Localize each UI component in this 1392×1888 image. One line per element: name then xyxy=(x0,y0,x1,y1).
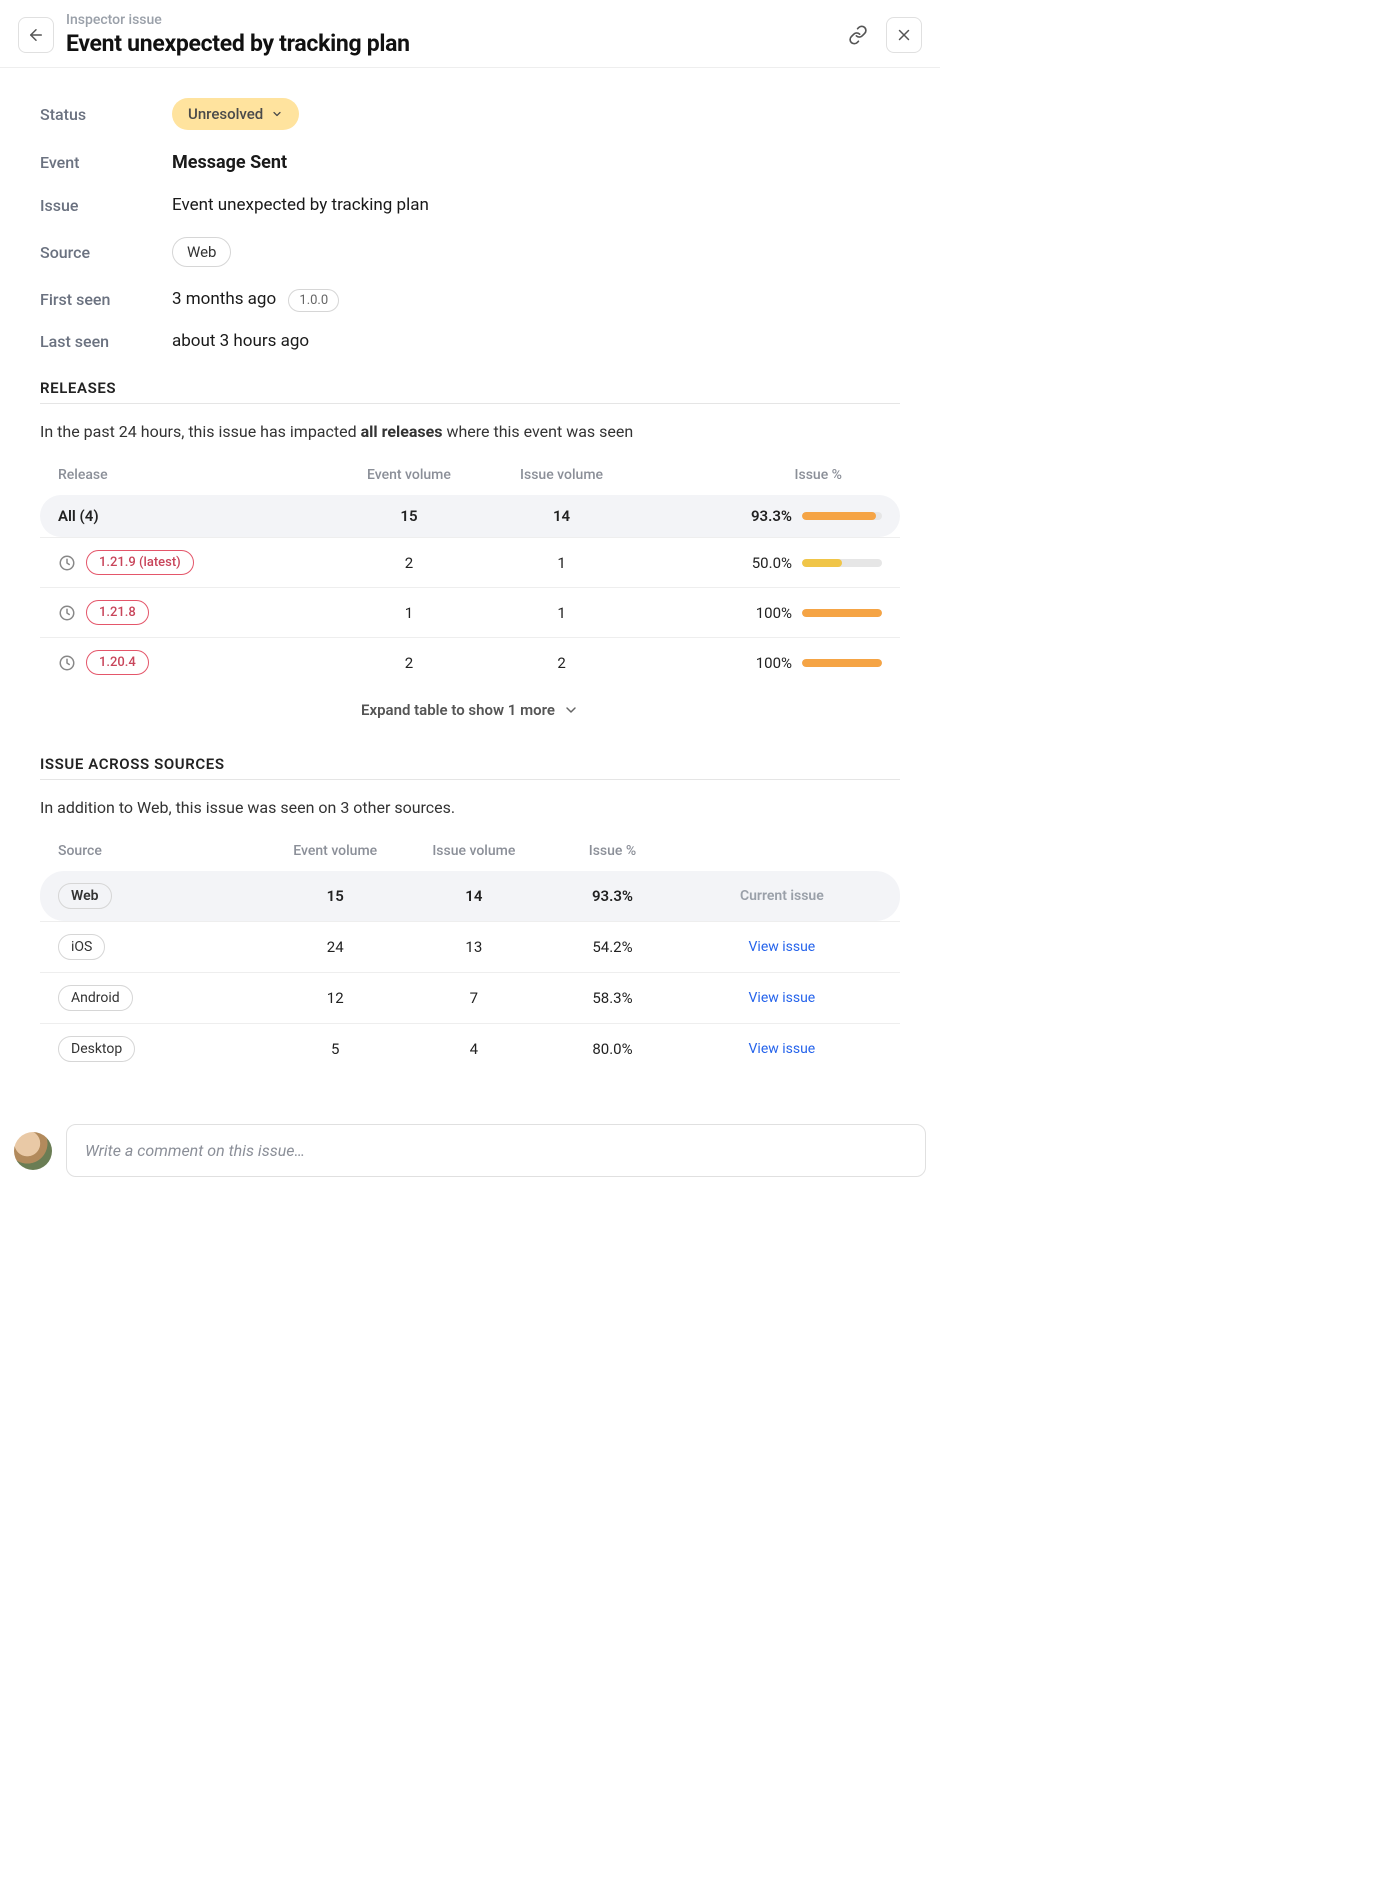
issue-pct-bar xyxy=(802,512,882,520)
status-value: Unresolved xyxy=(188,105,263,123)
topbar: Inspector issue Event unexpected by trac… xyxy=(0,0,940,68)
content: Status Unresolved Event Message Sent Iss… xyxy=(0,68,940,1084)
meta-label-lastseen: Last seen xyxy=(40,332,150,351)
releases-row[interactable]: 1.21.9 (latest)2150.0% xyxy=(40,537,900,587)
source-action[interactable]: View issue xyxy=(682,1041,882,1057)
link-icon xyxy=(848,25,868,45)
chevron-down-icon xyxy=(271,108,283,120)
meta-label-event: Event xyxy=(40,153,150,172)
divider xyxy=(40,403,900,404)
meta-label-source: Source xyxy=(40,243,150,262)
chevron-down-icon xyxy=(563,702,579,718)
releases-table: Release Event volume Issue volume Issue … xyxy=(40,455,900,687)
releases-row-all[interactable]: All (4) 15 14 93.3% xyxy=(40,495,900,537)
close-button[interactable] xyxy=(886,17,922,53)
copy-link-button[interactable] xyxy=(840,17,876,53)
release-version-pill: 1.21.9 (latest) xyxy=(86,550,194,575)
sources-title: ISSUE ACROSS SOURCES xyxy=(40,755,900,773)
meta-value-issue: Event unexpected by tracking plan xyxy=(172,195,429,215)
source-action: Current issue xyxy=(682,888,882,904)
status-dropdown[interactable]: Unresolved xyxy=(172,98,299,130)
meta-value-lastseen: about 3 hours ago xyxy=(172,331,309,351)
source-chip: Desktop xyxy=(58,1036,135,1062)
source-action[interactable]: View issue xyxy=(682,939,882,955)
meta-label-issue: Issue xyxy=(40,196,150,215)
meta-value-event: Message Sent xyxy=(172,152,287,173)
page-title: Event unexpected by tracking plan xyxy=(66,30,828,57)
release-version-pill: 1.20.4 xyxy=(86,650,149,675)
sources-row: Android12758.3%View issue xyxy=(40,972,900,1023)
source-chip: iOS xyxy=(58,934,105,960)
meta-label-status: Status xyxy=(40,105,150,124)
breadcrumb: Inspector issue xyxy=(66,12,828,28)
issue-pct-bar xyxy=(802,659,882,667)
comment-bar: Write a comment on this issue… xyxy=(0,1112,940,1197)
sources-row: Desktop5480.0%View issue xyxy=(40,1023,900,1074)
source-chip: Web xyxy=(172,237,231,267)
divider xyxy=(40,779,900,780)
avatar xyxy=(14,1132,52,1170)
sources-table-head: Source Event volume Issue volume Issue % xyxy=(40,831,900,871)
firstseen-version-chip: 1.0.0 xyxy=(288,289,339,312)
releases-row[interactable]: 1.20.422100% xyxy=(40,637,900,687)
comment-input[interactable]: Write a comment on this issue… xyxy=(66,1124,926,1177)
release-version-pill: 1.21.8 xyxy=(86,600,149,625)
releases-desc: In the past 24 hours, this issue has imp… xyxy=(40,422,900,441)
releases-row[interactable]: 1.21.811100% xyxy=(40,587,900,637)
clock-icon xyxy=(58,604,76,622)
close-icon xyxy=(895,26,913,44)
releases-title: RELEASES xyxy=(40,379,900,397)
issue-pct-bar xyxy=(802,559,882,567)
sources-table: Source Event volume Issue volume Issue %… xyxy=(40,831,900,1074)
issue-pct-bar xyxy=(802,609,882,617)
expand-releases-button[interactable]: Expand table to show 1 more xyxy=(40,687,900,727)
arrow-left-icon xyxy=(27,26,45,44)
source-action[interactable]: View issue xyxy=(682,990,882,1006)
sources-row: iOS241354.2%View issue xyxy=(40,921,900,972)
back-button[interactable] xyxy=(18,17,54,53)
sources-desc: In addition to Web, this issue was seen … xyxy=(40,798,900,817)
source-chip: Android xyxy=(58,985,133,1011)
releases-table-head: Release Event volume Issue volume Issue … xyxy=(40,455,900,495)
sources-row: Web151493.3%Current issue xyxy=(40,871,900,921)
meta-label-firstseen: First seen xyxy=(40,290,150,309)
source-chip: Web xyxy=(58,883,112,909)
meta-value-firstseen: 3 months ago 1.0.0 xyxy=(172,289,339,309)
clock-icon xyxy=(58,554,76,572)
clock-icon xyxy=(58,654,76,672)
